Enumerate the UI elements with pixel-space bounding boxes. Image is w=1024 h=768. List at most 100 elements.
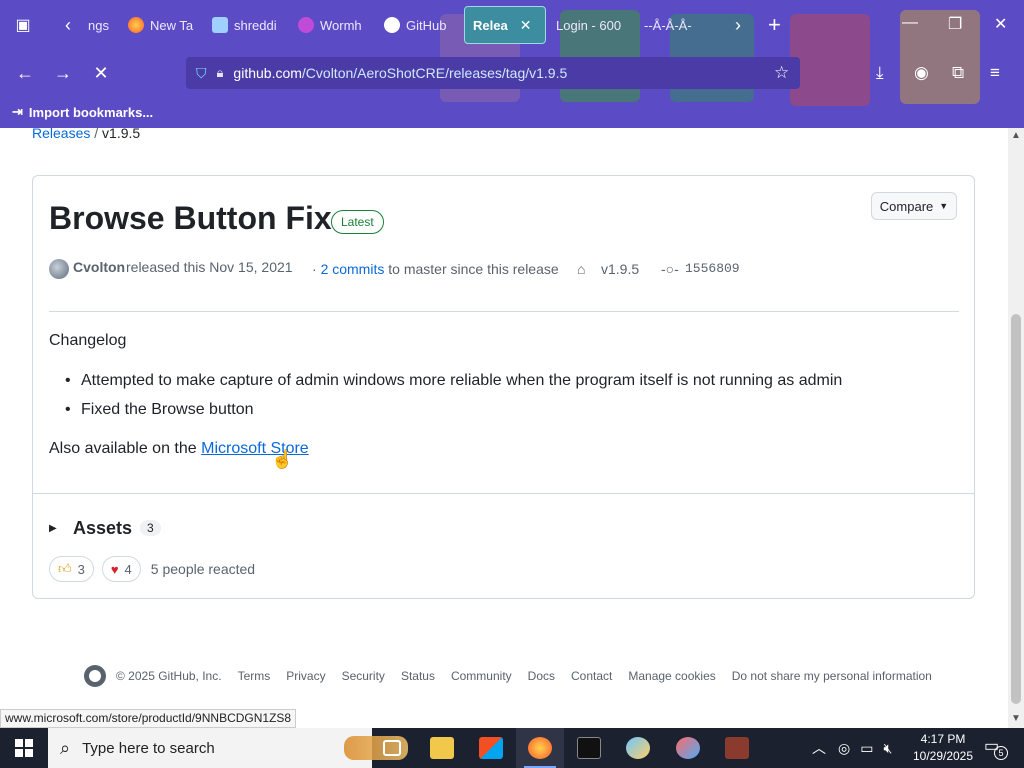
scroll-down-icon[interactable]: ▼ xyxy=(1011,713,1021,724)
back-icon[interactable]: ← xyxy=(12,60,38,86)
address-bar[interactable]: ⛉ 🔒︎ github.com/Cvolton/AeroShotCRE/rele… xyxy=(186,57,800,89)
tab-2[interactable]: New Ta xyxy=(120,6,198,44)
footer-link-terms[interactable]: Terms xyxy=(238,669,271,683)
tab-3[interactable]: shreddi xyxy=(204,6,284,44)
changelog-list: Attempted to make capture of admin windo… xyxy=(65,372,842,430)
task-view-icon[interactable] xyxy=(368,728,416,768)
assets-count-badge: 3 xyxy=(140,520,161,536)
url-path: /Cvolton/AeroShotCRE/releases/tag/v1.9.5 xyxy=(301,65,568,81)
network-icon[interactable]: ▭ xyxy=(860,740,873,757)
new-tab-icon[interactable]: + xyxy=(768,12,781,38)
tab-5[interactable]: GitHub xyxy=(376,6,446,44)
page-content: Releases / v1.9.5 Browse Button Fix Late… xyxy=(0,128,1008,728)
footer-link-contact[interactable]: Contact xyxy=(571,669,612,683)
link-status-tooltip: www.microsoft.com/store/productId/9NNBCD… xyxy=(0,709,297,728)
tab-4[interactable]: Wormh xyxy=(290,6,370,44)
tab-scroll-left-icon[interactable]: ‹ xyxy=(58,12,78,38)
firefox-taskbar-icon[interactable] xyxy=(516,728,564,768)
compare-button[interactable]: Compare ▼ xyxy=(871,192,957,220)
tab-strip: ▣ ‹ ngs New Ta shreddi Wormh GitHub Rele… xyxy=(0,0,1024,50)
tracking-shield-icon[interactable]: ⛉ xyxy=(196,65,207,82)
game-app-icon[interactable] xyxy=(713,728,761,768)
tag-link[interactable]: v1.9.5 xyxy=(601,261,639,277)
assets-label: Assets xyxy=(73,517,133,538)
tab-label: Wormh xyxy=(320,17,362,33)
also-available-text: Also available on the xyxy=(49,440,197,457)
footer-link-docs[interactable]: Docs xyxy=(528,669,555,683)
downloads-icon[interactable]: ⤓ xyxy=(876,63,884,83)
thumbs-up-reaction-button[interactable]: 👍︎ 3 xyxy=(49,556,94,582)
microsoft-store-icon[interactable] xyxy=(467,728,515,768)
lock-icon[interactable]: 🔒︎ xyxy=(217,65,224,81)
show-hidden-icons-icon[interactable]: ︿ xyxy=(812,738,826,758)
paint-3d-icon[interactable] xyxy=(664,728,712,768)
footer-link-security[interactable]: Security xyxy=(342,669,385,683)
menu-icon[interactable]: ≡ xyxy=(990,63,1000,83)
bookmark-star-icon[interactable]: ☆ xyxy=(774,63,789,83)
clock-time: 4:17 PM xyxy=(920,732,966,746)
minimize-icon[interactable]: — xyxy=(902,14,918,32)
tab-8[interactable]: --Å-Å-Å- xyxy=(636,6,720,44)
clock-date: 10/29/2025 xyxy=(912,749,974,763)
volume-muted-icon[interactable]: 🔇︎ xyxy=(883,740,892,757)
extensions-icon[interactable]: ⧉ xyxy=(952,63,964,83)
close-tab-icon[interactable]: ✕ xyxy=(520,17,532,34)
scrollbar-thumb[interactable] xyxy=(1011,314,1021,704)
import-bookmarks-button[interactable]: ⇥ Import bookmarks... xyxy=(12,104,153,120)
commits-link[interactable]: 2 commits xyxy=(321,261,385,277)
forward-icon[interactable]: → xyxy=(50,60,76,86)
taskbar-clock[interactable]: 4:17 PM 10/29/2025 xyxy=(910,731,976,765)
latest-badge: Latest xyxy=(331,210,384,234)
tab-scroll-right-icon[interactable]: › xyxy=(728,12,748,38)
divider xyxy=(49,311,959,312)
bookmarks-toolbar: ⇥ Import bookmarks... xyxy=(0,96,1024,128)
tab-label: Relea xyxy=(473,17,508,33)
terminal-icon[interactable] xyxy=(565,728,613,768)
close-window-icon[interactable]: ✕ xyxy=(994,14,1007,34)
page-scrollbar[interactable]: ▲ ▼ xyxy=(1008,128,1024,728)
commits-info: · 2 commits to master since this release xyxy=(312,261,559,277)
url-text: github.com/Cvolton/AeroShotCRE/releases/… xyxy=(233,65,567,81)
s-logo-icon xyxy=(212,17,228,33)
github-logo-icon[interactable] xyxy=(84,665,106,687)
release-card: Browse Button Fix Latest Compare ▼ Cvolt… xyxy=(32,175,975,599)
meet-now-icon[interactable]: ◎ xyxy=(838,740,850,757)
scroll-up-icon[interactable]: ▲ xyxy=(1011,130,1021,141)
reactions-bar: 👍︎ 3 ♥ 4 5 people reacted xyxy=(49,556,255,582)
account-icon[interactable]: ◉ xyxy=(914,63,929,83)
reaction-summary: 5 people reacted xyxy=(150,561,256,577)
heart-reaction-button[interactable]: ♥ 4 xyxy=(101,556,141,582)
hand-pointer-cursor-icon: ☝ xyxy=(271,449,294,469)
breadcrumb-releases-link[interactable]: Releases xyxy=(32,128,90,141)
caret-down-icon: ▼ xyxy=(939,201,949,211)
avatar[interactable] xyxy=(49,259,69,279)
disclosure-triangle-icon: ▶ xyxy=(49,522,57,534)
tab-7[interactable]: Login - 600 xyxy=(548,6,632,44)
footer-link-status[interactable]: Status xyxy=(401,669,435,683)
import-bookmarks-label: Import bookmarks... xyxy=(28,104,154,120)
maximize-icon[interactable]: ❐ xyxy=(948,14,962,34)
heart-icon: ♥ xyxy=(110,561,119,577)
paint-icon[interactable] xyxy=(614,728,662,768)
breadcrumb-current: v1.9.5 xyxy=(102,128,141,141)
footer-link-do-not-share[interactable]: Do not share my personal information xyxy=(732,669,932,683)
tab-releases-active[interactable]: Relea ✕ xyxy=(464,6,546,44)
author-link[interactable]: Cvolton xyxy=(73,259,125,275)
notification-center-icon[interactable]: ▭ 5 xyxy=(984,736,1008,760)
footer-link-manage-cookies[interactable]: Manage cookies xyxy=(628,669,715,683)
footer-link-community[interactable]: Community xyxy=(451,669,512,683)
tab-label: New Ta xyxy=(150,17,194,33)
windows-start-icon[interactable] xyxy=(0,728,48,768)
footer-link-privacy[interactable]: Privacy xyxy=(286,669,325,683)
breadcrumb-separator: / xyxy=(94,128,99,141)
tab-label: --Å-Å-Å- xyxy=(644,17,692,33)
tab-list-icon[interactable]: ▣ xyxy=(8,10,38,40)
release-title[interactable]: Browse Button Fix xyxy=(49,200,332,237)
commit-sha-link[interactable]: 1556809 xyxy=(685,261,740,276)
assets-toggle[interactable]: ▶ Assets 3 xyxy=(49,516,161,540)
stop-loading-icon[interactable]: ✕ xyxy=(88,60,114,86)
taskbar-search-box[interactable]: ⌕ Type here to search xyxy=(48,728,408,768)
tab-1[interactable]: ngs xyxy=(80,6,120,44)
system-tray: ︿ ◎ ▭ 🔇︎ xyxy=(812,728,892,768)
file-explorer-icon[interactable] xyxy=(418,728,466,768)
